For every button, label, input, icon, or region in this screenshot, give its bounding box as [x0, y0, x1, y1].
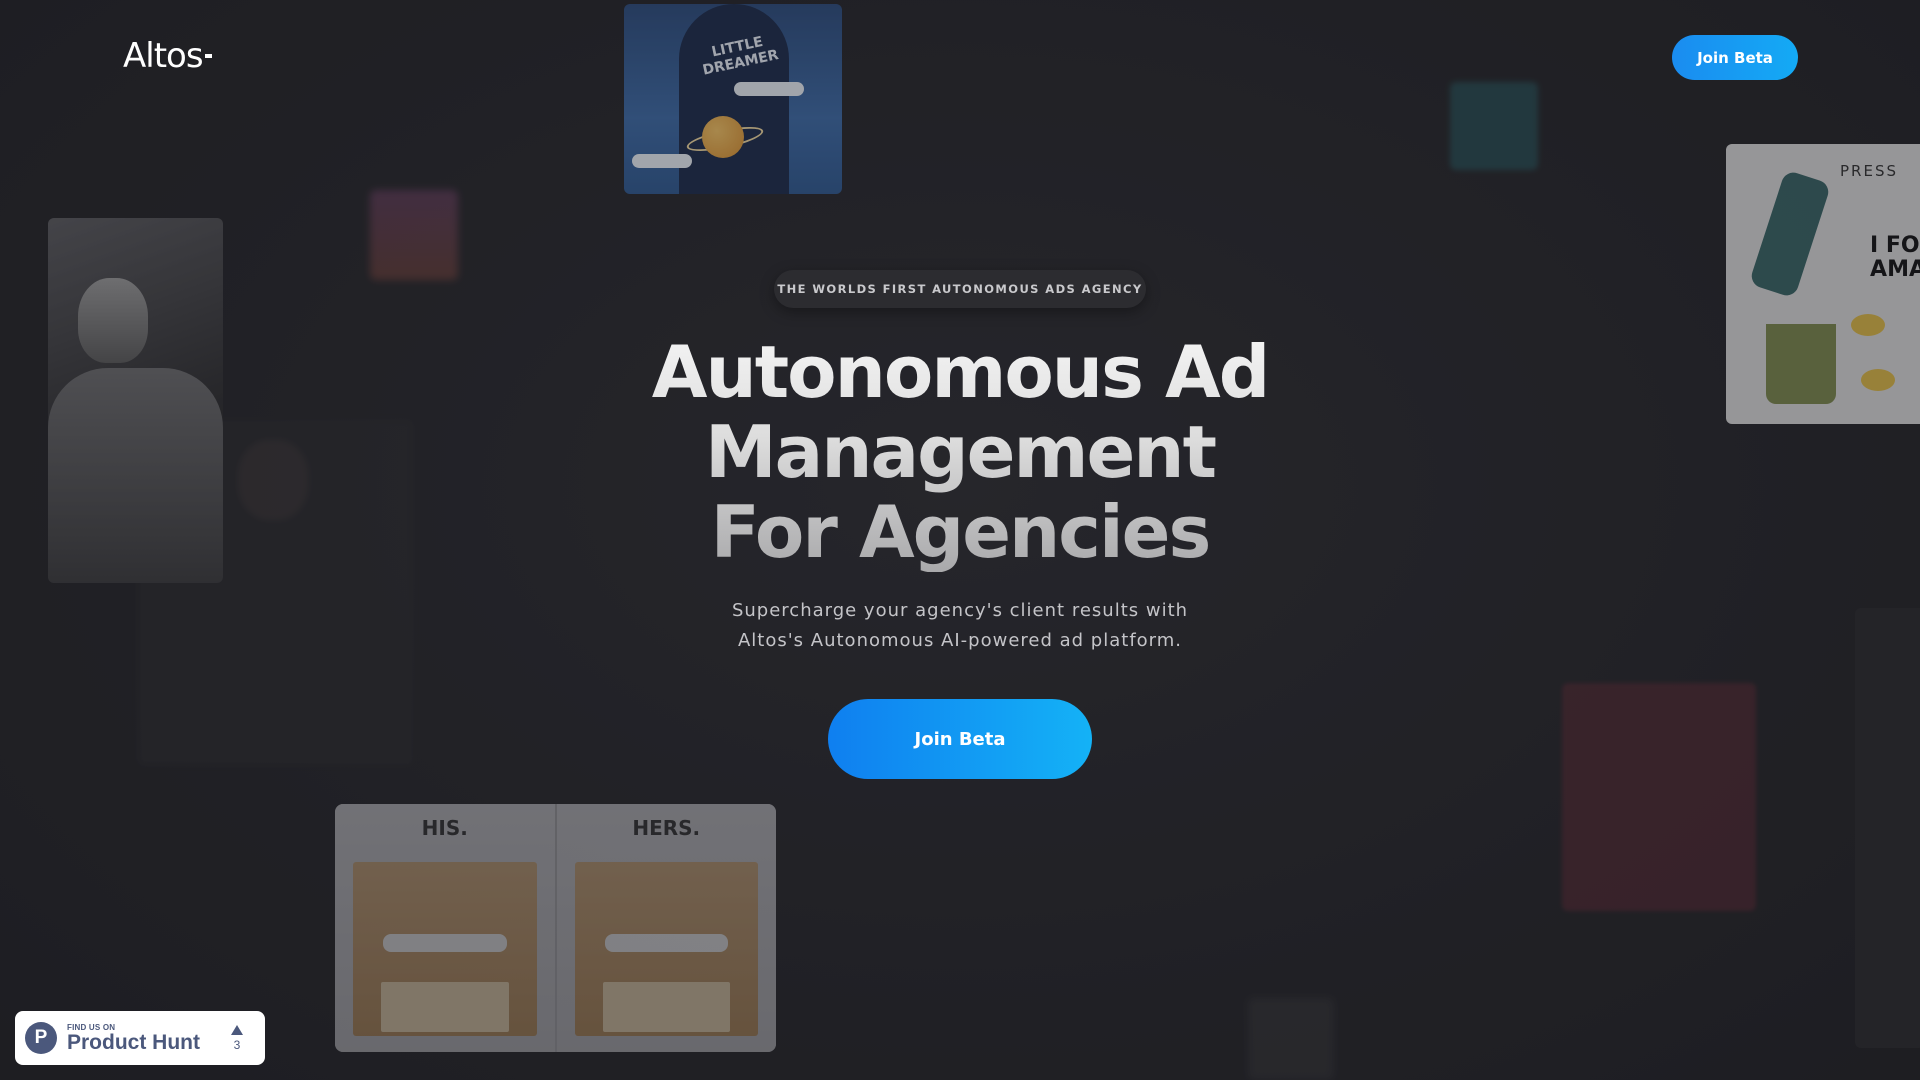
landing-page: LITTLE DREAMER PRESS I FO AMA HIS. HERS.… — [0, 0, 1920, 1080]
header-join-beta-button[interactable]: Join Beta — [1672, 35, 1798, 80]
product-hunt-badge[interactable]: P FIND US ON Product Hunt 3 — [15, 1011, 265, 1065]
hero-title: Autonomous Ad Management For Agencies — [560, 332, 1360, 572]
hers-label: HERS. — [632, 816, 701, 840]
razor-shape — [383, 934, 507, 952]
ad-card-little-dreamer: LITTLE DREAMER — [624, 4, 842, 194]
bottle-shape — [1748, 169, 1832, 299]
hers-panel: HERS. — [554, 804, 776, 1052]
man-portrait — [238, 440, 308, 520]
lemon-shape — [1851, 314, 1885, 336]
woman-head-shape — [78, 278, 148, 363]
razor-shape — [604, 934, 728, 952]
glass-shape — [1766, 324, 1836, 404]
ad-card-his-hers: HIS. HERS. — [335, 804, 776, 1052]
product-hunt-votes: 3 — [231, 1024, 243, 1052]
ad-card-dark-edge — [1855, 608, 1920, 1048]
woman-body-shape — [48, 368, 223, 583]
ad-card-teal-blurred — [1450, 82, 1538, 170]
box-note — [602, 982, 730, 1032]
his-label: HIS. — [421, 816, 468, 840]
ad-card-press-juice: PRESS I FO AMA — [1726, 144, 1920, 424]
hero-title-line: For Agencies — [710, 490, 1210, 574]
product-hunt-icon: P — [25, 1022, 57, 1054]
hero-title-line: Autonomous Ad — [651, 330, 1269, 414]
hero-join-beta-button[interactable]: Join Beta — [828, 699, 1092, 779]
ad-card-fitness-woman — [48, 218, 223, 583]
cloud-shape — [734, 82, 804, 96]
hero-subtitle-line: Altos's Autonomous AI-powered ad platfor… — [737, 630, 1183, 651]
hero-subtitle: Supercharge your agency's client results… — [660, 596, 1260, 656]
product-hunt-name: Product Hunt — [67, 1030, 200, 1054]
vote-count: 3 — [233, 1037, 241, 1052]
press-headline: I FO AMA — [1870, 233, 1920, 282]
eyebrow-badge: THE WORLDS FIRST AUTONOMOUS ADS AGENCY — [774, 270, 1146, 308]
press-brand-label: PRESS — [1840, 162, 1898, 180]
box-note — [381, 982, 509, 1032]
ad-card-red-blurred — [1562, 683, 1756, 911]
his-panel: HIS. — [335, 804, 555, 1052]
ad-card-bottom-blurred — [1248, 998, 1334, 1080]
logo-dot-mark — [204, 54, 212, 58]
hero-subtitle-line: Supercharge your agency's client results… — [731, 600, 1189, 621]
razor-box — [353, 862, 537, 1036]
logo-text: Altos — [123, 36, 204, 76]
product-hunt-text: FIND US ON Product Hunt — [67, 1023, 200, 1054]
cloud-shape — [632, 154, 692, 168]
upvote-arrow-icon — [231, 1024, 243, 1035]
lemon-shape — [1861, 369, 1895, 391]
altos-logo[interactable]: Altos — [123, 36, 212, 76]
planet-shape — [702, 116, 744, 158]
ad-card-pink-blurred — [370, 190, 458, 280]
hero-title-line: Management — [705, 410, 1215, 494]
razor-box — [574, 862, 758, 1036]
